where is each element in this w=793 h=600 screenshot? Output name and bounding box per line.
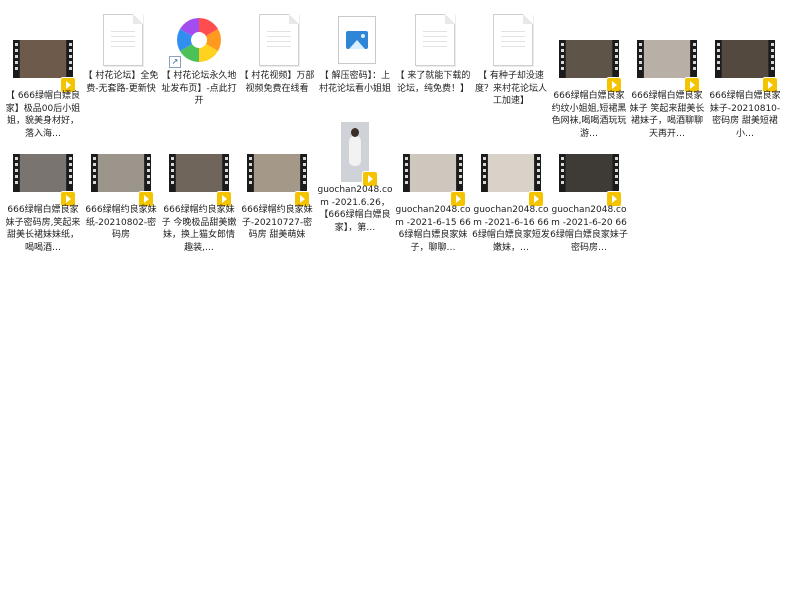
file-name: 【 村花论坛永久地址发布页】-点此打开 [161,71,237,106]
file-name: guochan2048.com -2021-6-15 666绿帽白嫖良家妹子，聊… [395,205,471,253]
file-name: 666绿帽白嫖良家妹子密码房,笑起来甜美长裙妹妹纸，喝喝酒… [5,205,81,253]
video-thumbnail [13,28,75,92]
video-thumbnail [559,28,621,92]
shortcut-arrow-icon: ↗ [169,56,181,68]
file-name: guochan2048.com -2021-6-16 666绿帽白嫖良家短发嫩妹… [472,205,550,253]
file-name: guochan2048.com -2021-6-20 666绿帽白嫖良家妹子密码… [550,205,628,253]
video-thumbnail [715,28,777,92]
file-name: 666绿帽约良家妹子-20210727-密码房 甜美萌妹 [241,205,313,240]
video-thumbnail [169,142,231,206]
video-thumbnail [637,28,699,92]
document-icon [247,8,307,68]
document-icon [403,8,463,68]
document-icon [481,8,541,68]
video-thumbnail [13,142,75,206]
video-thumbnail [403,142,465,206]
file-name: 666绿帽白嫖良家妹子-20210810-密码房 甜美短裙小… [709,91,781,139]
file-grid: 【 666绿帽白嫖良家】极品00后小姐姐，貌美身材好，落入海… 【 村花论坛】全… [0,0,793,600]
image-file-icon [325,8,385,68]
portrait-video-thumbnail [325,122,385,186]
file-name: 【 666绿帽白嫖良家】极品00后小姐姐，貌美身材好，落入海… [5,91,81,139]
file-name: 【 有种子却没速度？来村花论坛人工加速】 [474,71,547,106]
file-name: 666绿帽白嫖良家约纹小姐姐,短裙黑色网袜,喝喝酒玩玩游… [551,91,627,139]
video-thumbnail [247,142,309,206]
document-icon [91,8,151,68]
video-thumbnail [481,142,543,206]
file-name: 666绿帽约良家妹子 今晚极品甜美嫩妹，换上猫女郎情趣装,… [161,205,237,253]
file-name: 【 村花视频】万部视频免费在线看 [239,71,315,94]
file-name: 666绿帽约良家妹纸-20210802-密码房 [85,205,157,240]
file-name: 666绿帽白嫖良家妹子 笑起来甜美长裙妹子，喝酒聊聊天再开… [629,91,705,139]
browser-shortcut-icon: ↗ [169,8,229,68]
file-name: 【 村花论坛】全免费-无套路-更新快 [83,71,159,94]
file-name: 【 来了就能下载的论坛，纯免费！】 [395,71,471,94]
video-thumbnail [559,142,621,206]
video-thumbnail [91,142,153,206]
file-name: 【 解压密码】：上村花论坛看小姐姐 [318,71,391,94]
file-name: guochan2048.com -2021.6.26，【666绿帽白嫖良家】，第… [317,185,393,233]
